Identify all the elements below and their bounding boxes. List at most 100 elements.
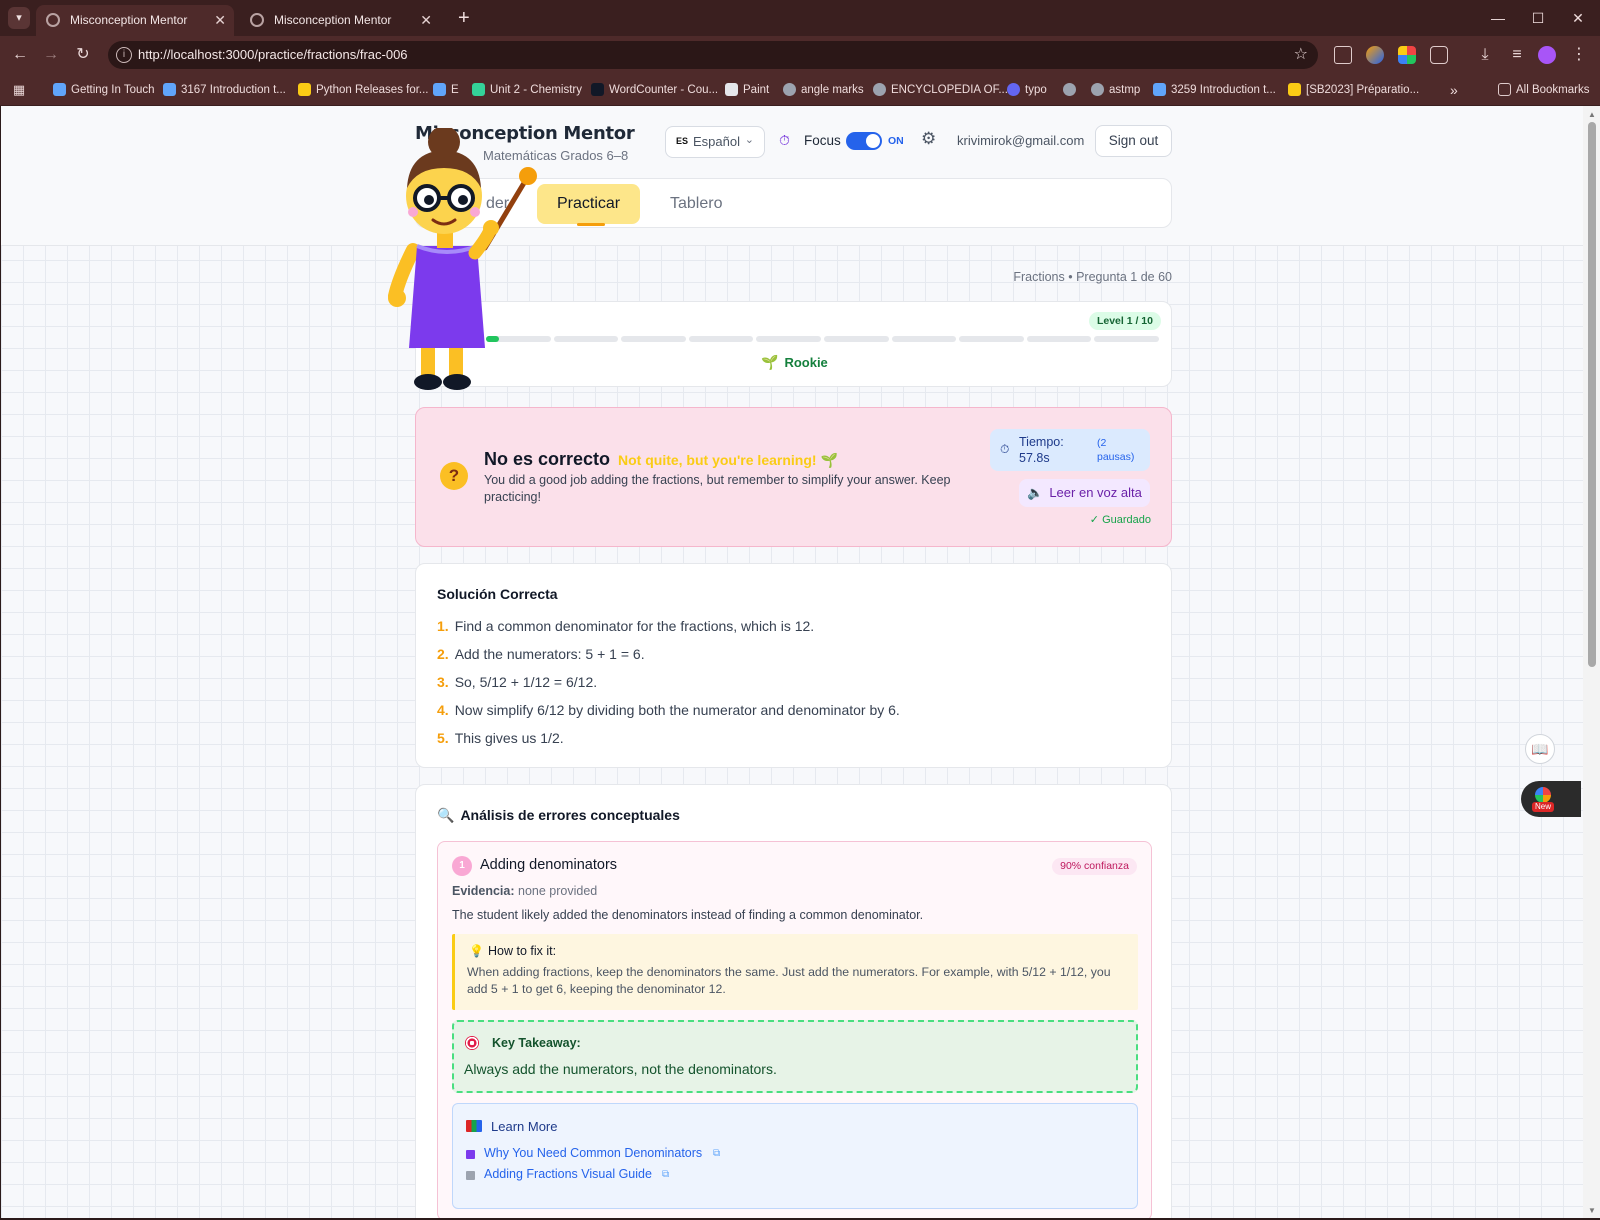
bookmark-item[interactable]: 3167 Introduction t... bbox=[163, 74, 286, 106]
bookmark-item[interactable]: Unit 2 - Chemistry bbox=[472, 74, 582, 106]
bookmark-item[interactable]: Python Releases for... bbox=[298, 74, 429, 106]
bookmark-favicon-icon bbox=[53, 83, 66, 96]
language-code: ES bbox=[676, 136, 689, 146]
side-extension-button[interactable]: New bbox=[1521, 781, 1581, 817]
bookmark-label: angle marks bbox=[801, 84, 864, 96]
scrollbar-thumb[interactable] bbox=[1588, 122, 1596, 667]
correct-solution-card: Solución Correcta 1. Find a common denomi… bbox=[415, 563, 1172, 768]
bookmark-favicon-icon bbox=[873, 83, 886, 96]
site-info-icon[interactable]: i bbox=[116, 47, 132, 63]
profile-avatar[interactable] bbox=[1538, 46, 1556, 64]
bookmark-label: astmp bbox=[1109, 84, 1141, 96]
breadcrumb: Fractions • Pregunta 1 de 60 bbox=[1013, 270, 1172, 284]
bookmark-label: typo bbox=[1025, 84, 1047, 96]
bookmark-favicon-icon bbox=[591, 83, 604, 96]
fix-callout: 💡 How to fix it: When adding fractions, … bbox=[452, 934, 1138, 1010]
tab-dashboard[interactable]: Tablero bbox=[650, 184, 742, 224]
tab-title: Misconception Mentor bbox=[70, 13, 188, 27]
extensions-puzzle-icon[interactable] bbox=[1430, 46, 1448, 64]
window-close-icon[interactable]: ✕ bbox=[1558, 6, 1598, 30]
close-icon[interactable]: ✕ bbox=[214, 5, 226, 36]
url-text[interactable]: http://localhost:3000/practice/fractions… bbox=[138, 41, 408, 69]
learn-more-title: Learn More bbox=[491, 1119, 558, 1134]
url-omnibox[interactable]: i http://localhost:3000/practice/fractio… bbox=[108, 41, 1318, 69]
language-label: Español bbox=[693, 134, 740, 149]
browser-tab-1[interactable]: Misconception Mentor ✕ bbox=[36, 5, 234, 36]
maximize-icon[interactable]: ☐ bbox=[1518, 6, 1558, 30]
learn-more-link[interactable]: Adding Fractions Visual Guide bbox=[484, 1167, 652, 1181]
globe-icon bbox=[250, 13, 264, 27]
bookmark-item[interactable]: WordCounter - Cou... bbox=[591, 74, 718, 106]
focus-toggle[interactable] bbox=[846, 132, 882, 150]
kebab-menu-icon[interactable]: ⋮ bbox=[1568, 44, 1590, 66]
target-icon bbox=[465, 1036, 479, 1050]
download-icon[interactable]: ⤓ bbox=[1474, 44, 1496, 66]
video-icon bbox=[466, 1150, 475, 1159]
scroll-down-icon[interactable]: ▼ bbox=[1587, 1206, 1597, 1215]
browser-tab-bar: ▾ Misconception Mentor ✕ Misconception M… bbox=[0, 0, 1600, 36]
thinking-face-icon: ? bbox=[440, 462, 468, 490]
language-select[interactable]: ES Español ⌄ bbox=[665, 126, 765, 158]
level-segment bbox=[1026, 336, 1092, 342]
bookmark-favicon-icon bbox=[433, 83, 446, 96]
forward-arrow-icon[interactable]: → bbox=[40, 44, 62, 66]
bookmark-label: E bbox=[451, 84, 459, 96]
reading-mode-book-icon[interactable]: 📖 bbox=[1525, 734, 1555, 764]
bookmark-item[interactable]: typo bbox=[1007, 74, 1047, 106]
analysis-title: 🔍 Análisis de errores conceptuales bbox=[437, 807, 680, 823]
bookmark-label: [SB2023] Préparatio... bbox=[1306, 84, 1420, 96]
key-takeaway: Key Takeaway: Always add the numerators,… bbox=[452, 1020, 1138, 1093]
sign-out-button[interactable]: Sign out bbox=[1095, 125, 1172, 157]
feedback-encouragement: Not quite, but you're learning! 🌱 bbox=[618, 452, 838, 468]
bookmark-label: Unit 2 - Chemistry bbox=[490, 84, 583, 96]
bookmark-label: Getting In Touch bbox=[71, 84, 155, 96]
all-bookmarks-folder[interactable]: All Bookmarks bbox=[1498, 74, 1590, 106]
gear-icon[interactable]: ⚙ bbox=[921, 129, 936, 149]
tab-practice[interactable]: Practicar bbox=[537, 184, 641, 226]
browser-tab-2[interactable]: Misconception Mentor ✕ bbox=[240, 5, 440, 36]
tab-search-chevron-icon[interactable]: ▾ bbox=[8, 7, 30, 29]
evidence: Evidencia: none provided bbox=[452, 884, 598, 898]
pause-count: (2 pausas) bbox=[1097, 437, 1135, 463]
apps-grid-icon[interactable]: ▦ bbox=[8, 79, 30, 101]
back-arrow-icon[interactable]: ← bbox=[9, 44, 31, 66]
time-badge: ⏱ Tiempo: 57.8s (2 pausas) bbox=[990, 429, 1150, 471]
screenshot-camera-icon[interactable] bbox=[1334, 46, 1352, 64]
books-icon bbox=[466, 1120, 482, 1132]
minimize-icon[interactable]: — bbox=[1478, 6, 1518, 30]
bookmark-star-icon[interactable]: ☆ bbox=[1294, 41, 1308, 69]
takeaway-title: Key Takeaway: bbox=[492, 1036, 581, 1050]
reload-icon[interactable]: ↻ bbox=[72, 44, 94, 66]
speaker-icon: 🔈 bbox=[1027, 485, 1044, 500]
teacher-mascot bbox=[388, 128, 537, 390]
bookmark-favicon-icon bbox=[1288, 83, 1301, 96]
bookmark-item[interactable]: Paint bbox=[725, 74, 769, 106]
bookmark-item[interactable]: ENCYCLOPEDIA OF... bbox=[873, 74, 1008, 106]
media-queue-icon[interactable]: ≡ bbox=[1506, 44, 1528, 66]
feedback-message: You did a good job adding the fractions,… bbox=[484, 473, 951, 504]
bookmark-item[interactable]: angle marks bbox=[783, 74, 864, 106]
extension-pen-icon[interactable] bbox=[1366, 46, 1384, 64]
bookmark-item[interactable]: Getting In Touch bbox=[53, 74, 155, 106]
extension-grid-icon[interactable] bbox=[1398, 46, 1416, 64]
bookmark-label: ENCYCLOPEDIA OF... bbox=[891, 84, 1008, 96]
close-icon[interactable]: ✕ bbox=[420, 5, 432, 36]
bookmark-item[interactable]: 3259 Introduction t... bbox=[1153, 74, 1276, 106]
bookmark-item[interactable]: astmp bbox=[1091, 74, 1140, 106]
lightbulb-icon: 💡 bbox=[469, 944, 484, 958]
page-viewport: Misconception Mentor Matemáticas Grados … bbox=[1, 106, 1583, 1218]
external-link-icon[interactable]: ⧉ bbox=[662, 1169, 669, 1180]
takeaway-body: Always add the numerators, not the denom… bbox=[464, 1061, 777, 1077]
external-link-icon[interactable]: ⧉ bbox=[713, 1148, 720, 1159]
new-tab-icon[interactable]: + bbox=[458, 4, 470, 32]
solution-title: Solución Correcta bbox=[437, 586, 558, 602]
learn-more-link[interactable]: Why You Need Common Denominators bbox=[484, 1146, 702, 1160]
read-aloud-button[interactable]: 🔈 Leer en voz alta bbox=[1019, 479, 1150, 507]
read-aloud-label: Leer en voz alta bbox=[1049, 485, 1142, 500]
bookmark-item[interactable]: [SB2023] Préparatio... bbox=[1288, 74, 1419, 106]
stopwatch-icon: ⏱ bbox=[779, 132, 790, 148]
bookmarks-overflow-icon[interactable]: » bbox=[1450, 74, 1458, 106]
scroll-up-icon[interactable]: ▲ bbox=[1587, 110, 1597, 119]
bookmark-favicon-icon bbox=[783, 83, 796, 96]
bookmark-item[interactable]: E bbox=[433, 74, 459, 106]
